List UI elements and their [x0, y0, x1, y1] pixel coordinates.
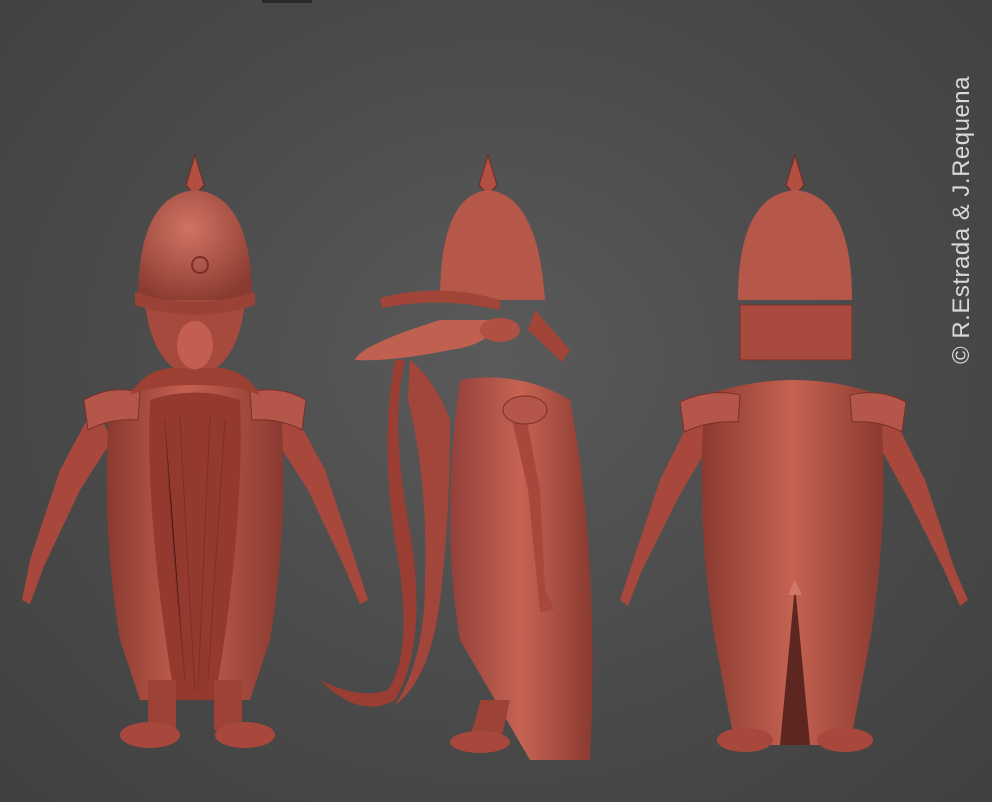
- back-view-figure: [620, 153, 968, 752]
- side-view-figure: [320, 153, 593, 760]
- render-canvas: © R.Estrada & J.Requena: [0, 0, 992, 802]
- copyright-watermark: © R.Estrada & J.Requena: [948, 76, 975, 364]
